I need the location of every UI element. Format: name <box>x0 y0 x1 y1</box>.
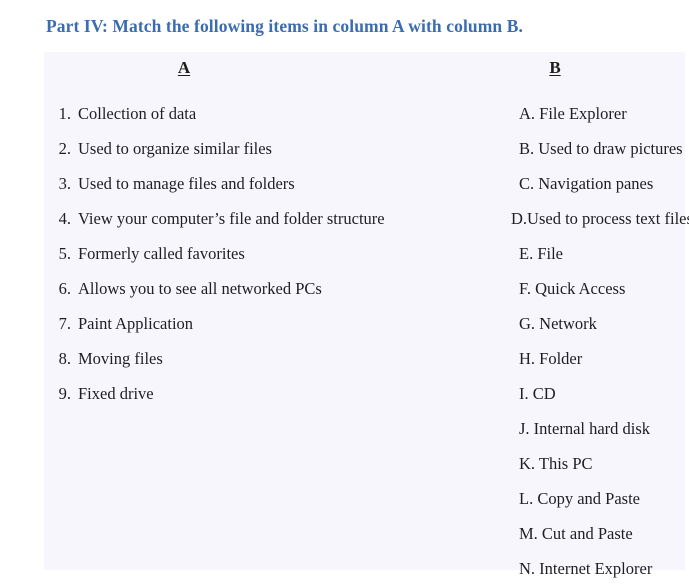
list-item-label: Collection of data <box>78 104 197 123</box>
page-title: Part IV: Match the following items in co… <box>46 16 523 36</box>
list-item: G. Network <box>519 314 597 333</box>
list-item: K. This PC <box>519 454 593 473</box>
list-item: N. Internet Explorer <box>519 559 653 578</box>
list-item-marker: 7. <box>58 314 71 333</box>
list-item: M. Cut and Paste <box>519 524 633 543</box>
list-item-label: Used to manage files and folders <box>78 174 295 193</box>
list-item: 7. Paint Application <box>44 306 464 341</box>
list-item: 6. Allows you to see all networked PCs <box>44 271 464 306</box>
list-item-marker: 6. <box>58 279 71 298</box>
list-item: D.Used to process text files <box>511 209 689 228</box>
list-item: C. Navigation panes <box>519 174 654 193</box>
list-item-marker: 3. <box>58 174 71 193</box>
list-item-marker: 1. <box>58 104 71 123</box>
list-item: B. Used to draw pictures <box>519 139 683 158</box>
column-a-header: A <box>177 58 191 77</box>
list-item-marker: 9. <box>58 384 71 403</box>
list-item-label: Used to organize similar files <box>78 139 272 158</box>
list-item: I. CD <box>519 384 556 403</box>
column-b-header: B <box>549 58 561 77</box>
list-item: 5. Formerly called favorites <box>44 236 464 271</box>
list-item-label: Paint Application <box>78 314 194 333</box>
list-item: L. Copy and Paste <box>519 489 640 508</box>
list-item-label: Allows you to see all networked PCs <box>78 279 322 298</box>
list-item: 1. Collection of data <box>44 96 464 131</box>
list-item: E. File <box>519 244 563 263</box>
column-b-list: A. File Explorer B. Used to draw picture… <box>472 96 689 586</box>
list-item: A. File Explorer <box>519 104 627 123</box>
list-item-marker: 4. <box>58 209 71 228</box>
list-item-label: Formerly called favorites <box>78 244 245 263</box>
list-item: H. Folder <box>519 349 583 368</box>
list-item: 4. View your computer’s file and folder … <box>44 201 464 236</box>
list-item-marker: 5. <box>58 244 71 263</box>
list-item: 3. Used to manage files and folders <box>44 166 464 201</box>
list-item: 8. Moving files <box>44 341 464 376</box>
matching-exercise-panel: A B 1. Collection of data 2. Used to org… <box>44 52 689 578</box>
list-item-label: Fixed drive <box>78 384 154 403</box>
list-item: 2. Used to organize similar files <box>44 131 464 166</box>
column-a-list: 1. Collection of data 2. Used to organiz… <box>44 96 464 411</box>
list-item-marker: 2. <box>58 139 71 158</box>
list-item: J. Internal hard disk <box>519 419 651 438</box>
list-item-marker: 8. <box>58 349 71 368</box>
list-item: 9. Fixed drive <box>44 376 464 411</box>
list-item-label: Moving files <box>78 349 163 368</box>
list-item: F. Quick Access <box>519 279 626 298</box>
list-item-label: View your computer’s file and folder str… <box>78 209 385 228</box>
